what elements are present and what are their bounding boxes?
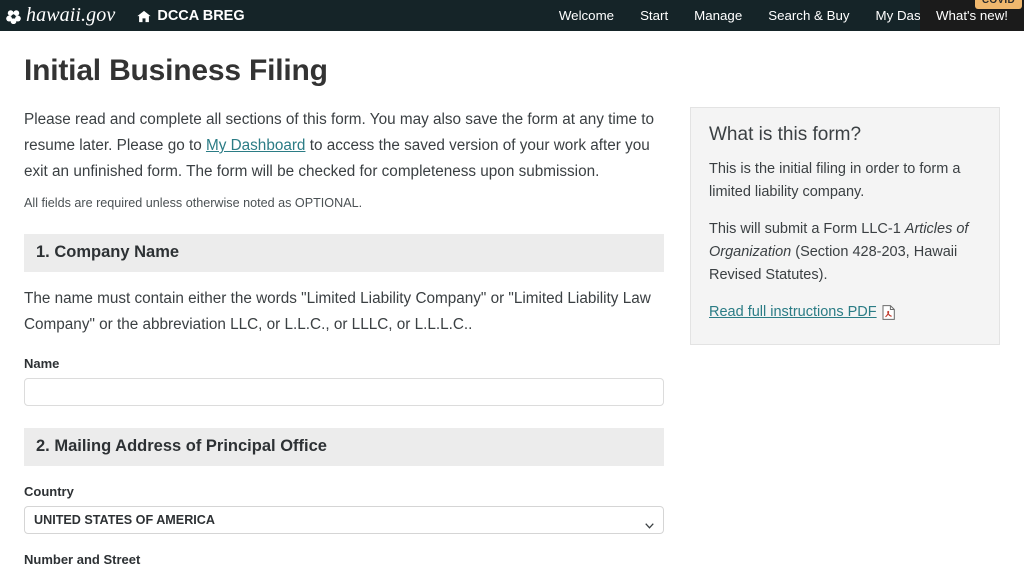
- name-input[interactable]: [24, 378, 664, 406]
- agency-label: DCCA BREG: [157, 7, 245, 24]
- section-heading-company-name: 1. Company Name: [24, 234, 664, 272]
- nav-item-start[interactable]: Start: [627, 0, 681, 31]
- country-select-wrapper: UNITED STATES OF AMERICA: [24, 506, 664, 534]
- info-panel-title: What is this form?: [709, 124, 862, 145]
- whats-new-wrapper: COVID What's new!: [919, 0, 1024, 31]
- instructions-link-label: Read full instructions PDF: [709, 304, 877, 320]
- agency-home-link[interactable]: DCCA BREG: [137, 7, 245, 24]
- field-group-country: Country UNITED STATES OF AMERICA: [24, 484, 664, 534]
- nav-right-group: Welcome Start Manage Search & Buy My Das…: [546, 0, 1024, 31]
- info-panel-paragraph-2: This will submit a Form LLC-1 Articles o…: [709, 218, 981, 287]
- pdf-file-icon: [882, 305, 895, 320]
- my-dashboard-link[interactable]: My Dashboard: [206, 137, 305, 154]
- field-group-number-and-street: Number and Street: [24, 552, 664, 574]
- section-description-company-name: The name must contain either the words "…: [24, 290, 651, 333]
- read-full-instructions-pdf-link[interactable]: Read full instructions PDF: [709, 301, 895, 324]
- intro-paragraph: Please read and complete all sections of…: [24, 107, 664, 185]
- nav-item-manage[interactable]: Manage: [681, 0, 755, 31]
- info-panel-paragraph-1: This is the initial filing in order to f…: [709, 161, 961, 200]
- label-country: Country: [24, 484, 74, 499]
- home-icon: [137, 10, 151, 23]
- info-panel: What is this form? This is the initial f…: [690, 107, 1000, 345]
- nav-left-group: hawaii.gov DCCA BREG: [6, 0, 245, 31]
- main-navigation-bar: hawaii.gov DCCA BREG Welcome Start Manag…: [0, 0, 1024, 31]
- brand-label: hawaii.gov: [26, 4, 116, 26]
- label-number-and-street: Number and Street: [24, 552, 141, 567]
- nav-item-welcome[interactable]: Welcome: [546, 0, 627, 31]
- section-heading-mailing-address: 2. Mailing Address of Principal Office: [24, 428, 664, 466]
- sidebar-column: What is this form? This is the initial f…: [690, 107, 1000, 574]
- field-group-name: Name: [24, 356, 664, 406]
- info-panel-link-paragraph: Read full instructions PDF: [709, 301, 981, 324]
- page-body: Initial Business Filing Please read and …: [0, 31, 1024, 574]
- page-title: Initial Business Filing: [24, 54, 328, 87]
- required-fields-note: All fields are required unless otherwise…: [24, 196, 363, 210]
- hawaii-gov-brand-link[interactable]: hawaii.gov: [6, 4, 115, 27]
- nav-item-search-and-buy[interactable]: Search & Buy: [755, 0, 862, 31]
- hibiscus-icon: [6, 9, 21, 25]
- label-name: Name: [24, 356, 60, 371]
- form-column: Please read and complete all sections of…: [24, 107, 664, 574]
- country-select[interactable]: UNITED STATES OF AMERICA: [24, 506, 664, 534]
- content-row: Please read and complete all sections of…: [0, 107, 1024, 574]
- info-p2-part1: This will submit a Form LLC-1: [709, 221, 905, 237]
- covid-badge: COVID: [974, 0, 1022, 9]
